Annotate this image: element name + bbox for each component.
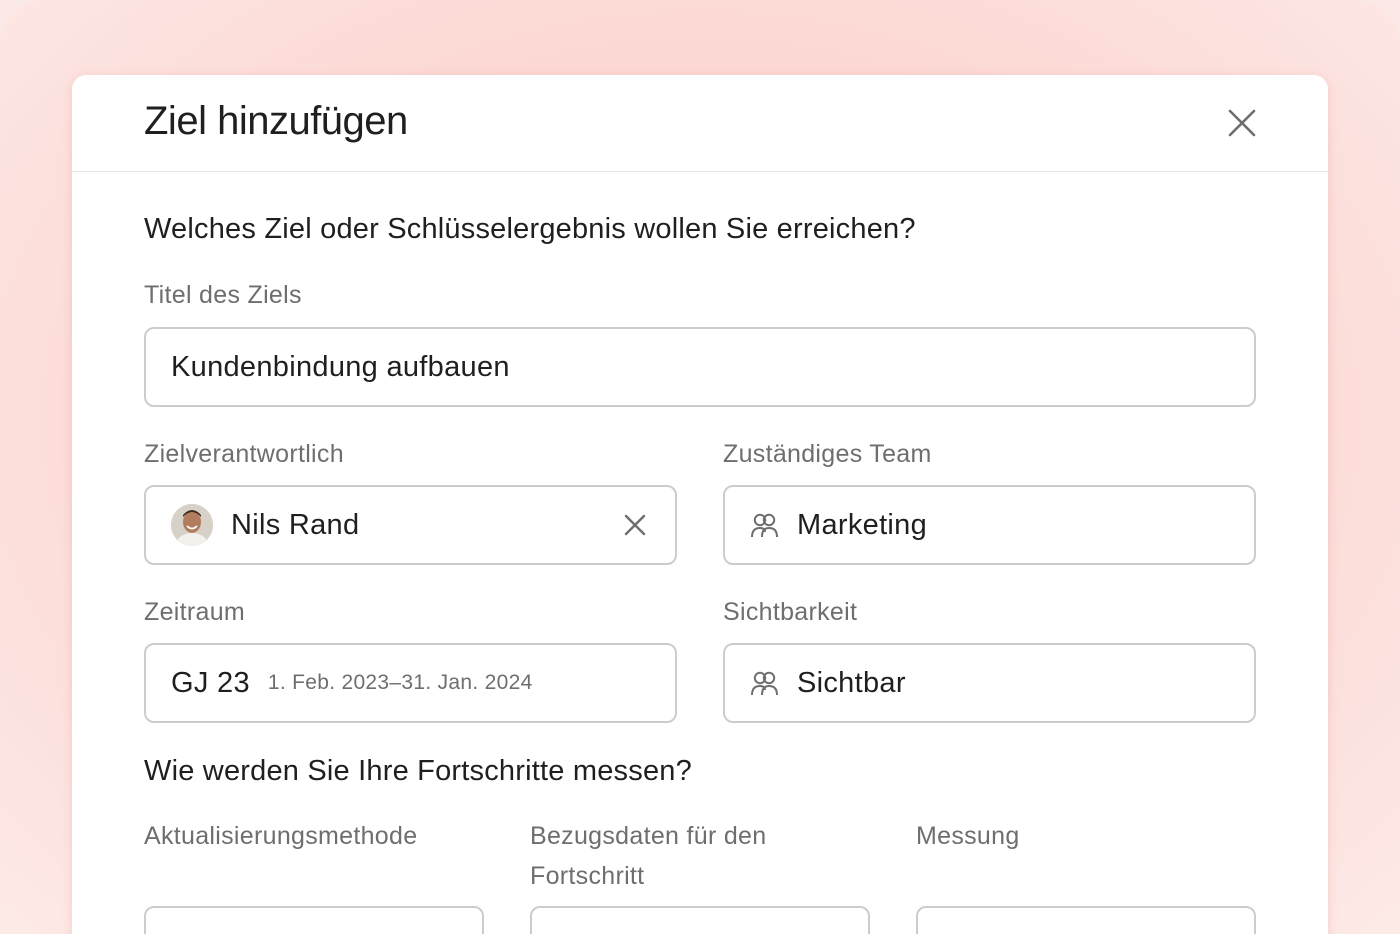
update-method-select[interactable] bbox=[144, 906, 484, 934]
owner-value: Nils Rand bbox=[231, 508, 360, 541]
period-field[interactable]: GJ 23 1. Feb. 2023–31. Jan. 2024 bbox=[144, 643, 677, 723]
update-method-label: Aktualisierungsmethode bbox=[144, 822, 418, 850]
visibility-field[interactable]: Sichtbar bbox=[723, 643, 1256, 723]
goal-title-label: Titel des Ziels bbox=[144, 281, 302, 309]
dialog-title: Ziel hinzufügen bbox=[144, 99, 408, 143]
close-icon bbox=[624, 514, 646, 536]
period-range: 1. Feb. 2023–31. Jan. 2024 bbox=[267, 671, 533, 694]
team-label: Zuständiges Team bbox=[723, 440, 932, 468]
goal-question: Welches Ziel oder Schlüsselergebnis woll… bbox=[144, 213, 916, 245]
progress-question: Wie werden Sie Ihre Fortschritte messen? bbox=[144, 755, 692, 787]
period-label: Zeitraum bbox=[144, 598, 246, 626]
owner-field[interactable]: Nils Rand bbox=[144, 485, 677, 565]
clear-owner-button[interactable] bbox=[621, 511, 649, 539]
team-field[interactable]: Marketing bbox=[723, 485, 1256, 565]
avatar bbox=[171, 504, 213, 546]
progress-source-label-line1: Bezugsdaten für den bbox=[530, 822, 767, 850]
team-icon bbox=[751, 671, 778, 696]
team-value: Marketing bbox=[797, 508, 928, 541]
visibility-label: Sichtbarkeit bbox=[723, 598, 858, 626]
measurement-label: Messung bbox=[916, 822, 1020, 850]
goal-title-value: Kundenbindung aufbauen bbox=[171, 350, 510, 383]
progress-source-label: Bezugsdaten für den Fortschritt bbox=[530, 816, 766, 896]
visibility-value: Sichtbar bbox=[797, 666, 906, 699]
goal-title-input[interactable]: Kundenbindung aufbauen bbox=[144, 327, 1256, 407]
close-dialog-button[interactable] bbox=[1222, 103, 1262, 143]
add-goal-dialog: Ziel hinzufügen Welches Ziel oder Schlüs… bbox=[72, 75, 1328, 934]
dialog-header: Ziel hinzufügen bbox=[72, 75, 1328, 172]
measurement-select[interactable] bbox=[916, 906, 1256, 934]
progress-source-label-line2: Fortschritt bbox=[530, 862, 645, 890]
close-icon bbox=[1228, 109, 1256, 137]
team-icon bbox=[751, 513, 778, 538]
period-value: GJ 23 bbox=[171, 666, 250, 699]
progress-source-select[interactable] bbox=[530, 906, 870, 934]
owner-label: Zielverantwortlich bbox=[144, 440, 344, 468]
